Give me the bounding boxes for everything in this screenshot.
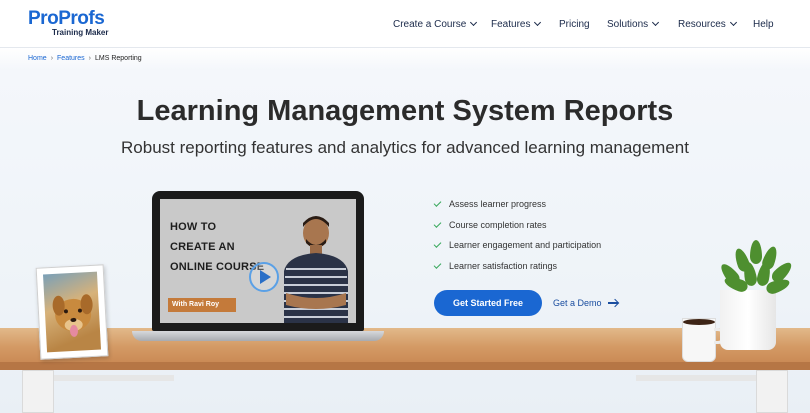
check-icon: [433, 239, 442, 248]
desk-crossbar-right: [636, 375, 756, 381]
leaf: [750, 240, 762, 264]
laptop: HOW TO CREATE AN ONLINE COURSE With Ravi…: [152, 191, 364, 331]
logo-part-1: Pro: [28, 8, 59, 29]
desk-crossbar-left: [54, 375, 174, 381]
feature-item: Learner satisfaction ratings: [433, 260, 558, 272]
demo-label: Get a Demo: [553, 298, 602, 308]
breadcrumb-separator: ›: [88, 55, 91, 62]
feature-label: Learner engagement and participation: [449, 240, 602, 250]
course-video-thumbnail[interactable]: HOW TO CREATE AN ONLINE COURSE With Ravi…: [160, 199, 356, 323]
play-triangle: [260, 270, 271, 284]
feature-label: Assess learner progress: [449, 199, 547, 209]
site-header: ProProfs Training Maker Create a Course …: [0, 0, 810, 48]
feature-label: Learner satisfaction ratings: [449, 261, 558, 271]
feature-item: Learner engagement and participation: [433, 239, 602, 251]
feature-label: Course completion rates: [449, 220, 547, 230]
check-icon: [433, 260, 442, 269]
check-icon: [433, 198, 442, 207]
arrow-right-icon: [607, 302, 618, 304]
get-a-demo-link[interactable]: Get a Demo: [553, 296, 618, 310]
nav-label: Solutions: [607, 18, 649, 30]
desk-leg-left: [22, 370, 54, 413]
check-icon: [433, 219, 442, 228]
video-presenter-tag: With Ravi Roy: [168, 298, 236, 312]
breadcrumb-current: LMS Reporting: [95, 55, 142, 62]
nav-pricing[interactable]: Pricing: [559, 17, 590, 31]
chevron-down-icon: [729, 18, 737, 27]
breadcrumb-home[interactable]: Home: [28, 55, 47, 62]
presenter-photo: [284, 216, 348, 323]
proprofs-logo[interactable]: ProProfs Training Maker: [28, 8, 118, 40]
chevron-down-icon: [534, 18, 542, 27]
coffee-mug: [682, 318, 716, 362]
chevron-down-icon: [470, 18, 478, 27]
logo-part-2: Profs: [58, 8, 105, 29]
dog-illustration: [52, 294, 93, 337]
desk-edge: [0, 362, 810, 370]
nav-label: Features: [491, 18, 531, 30]
nav-create-a-course[interactable]: Create a Course: [393, 17, 478, 31]
desk-leg-right: [756, 370, 788, 413]
video-title-line-1: HOW TO: [170, 221, 217, 233]
plant-pot: [720, 290, 776, 350]
nav-label: Resources: [678, 18, 726, 30]
feature-item: Course completion rates: [433, 219, 547, 231]
logo-wordmark: ProProfs: [28, 8, 105, 30]
logo-product-name: Training Maker: [52, 28, 109, 37]
laptop-base: [132, 331, 384, 341]
nav-features[interactable]: Features: [491, 17, 542, 31]
nav-help[interactable]: Help: [753, 17, 774, 31]
photo-frame: [35, 264, 109, 360]
coffee: [683, 319, 715, 325]
nav-label: Create a Course: [393, 18, 467, 30]
nav-solutions[interactable]: Solutions: [607, 17, 660, 31]
nav-label: Help: [753, 18, 774, 30]
nav-resources[interactable]: Resources: [678, 17, 737, 31]
nav-label: Pricing: [559, 18, 590, 30]
video-title-line-2: CREATE AN: [170, 241, 235, 253]
page-subtitle: Robust reporting features and analytics …: [121, 138, 689, 157]
get-started-free-button[interactable]: Get Started Free: [434, 290, 542, 316]
breadcrumb-features[interactable]: Features: [57, 55, 85, 62]
page: ProProfs Training Maker Create a Course …: [0, 0, 810, 413]
chevron-down-icon: [652, 18, 660, 27]
breadcrumb: Home › Features › LMS Reporting: [28, 55, 142, 62]
feature-item: Assess learner progress: [433, 198, 547, 210]
dog-photo: [42, 271, 102, 353]
play-icon[interactable]: [249, 262, 279, 292]
breadcrumb-separator: ›: [50, 55, 54, 62]
page-title: Learning Management System Reports: [136, 95, 674, 127]
